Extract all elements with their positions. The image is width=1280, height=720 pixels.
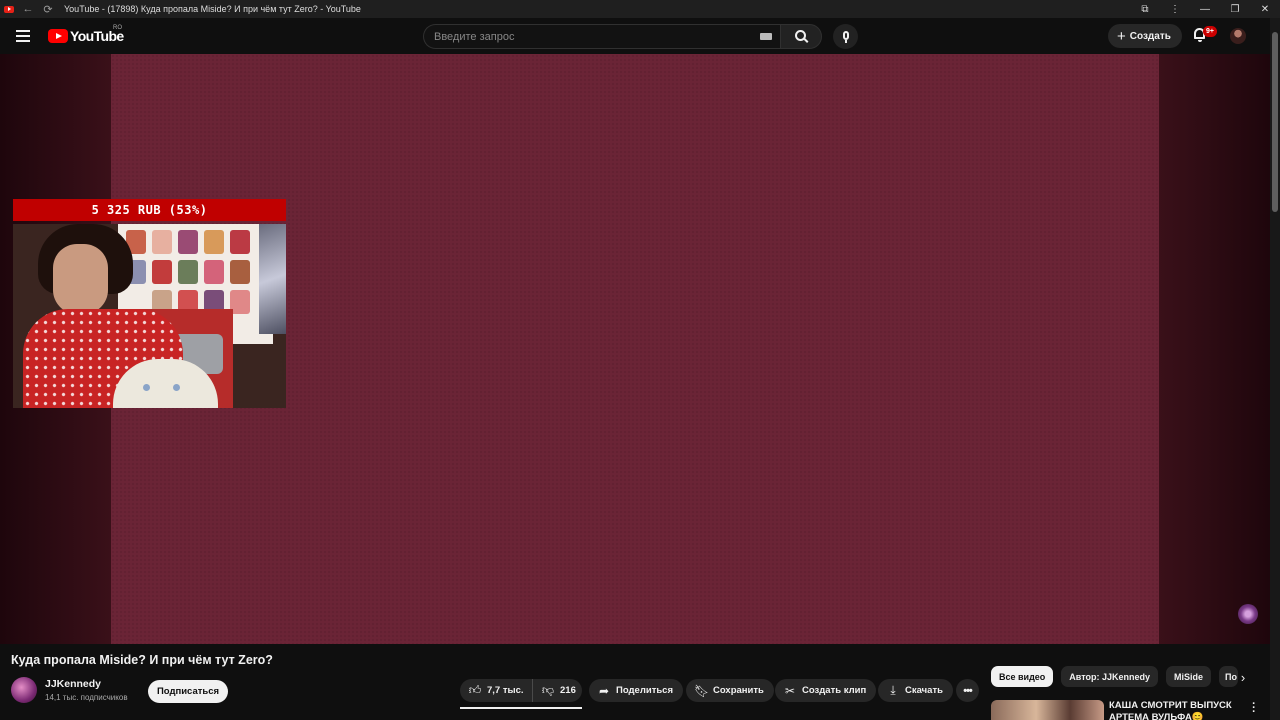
- thumbs-down-icon: 👎︎: [541, 683, 555, 697]
- tab-favicon-icon: [0, 0, 18, 18]
- download-button[interactable]: ⤓ Скачать: [878, 679, 953, 702]
- clip-button[interactable]: ✂ Создать клип: [775, 679, 877, 702]
- search-input[interactable]: [424, 25, 780, 48]
- bookmark-icon: 🔖︎: [694, 683, 710, 698]
- restore-icon[interactable]: ❐: [1220, 0, 1250, 18]
- save-label: Сохранить: [713, 685, 764, 696]
- notifications-badge: 9+: [1203, 26, 1217, 37]
- microphone-icon: [842, 30, 849, 43]
- search-icon: [794, 30, 806, 41]
- recommendation-thumbnail[interactable]: [991, 700, 1104, 720]
- menu-icon[interactable]: [16, 30, 30, 42]
- like-ratio-bar: [460, 707, 582, 709]
- donation-goal-banner: 5 325 RUB (53%): [13, 199, 286, 221]
- window-title: YouTube - (17898) Куда пропала Miside? И…: [64, 4, 361, 14]
- decoration-tree: [259, 224, 286, 334]
- window-menu-icon[interactable]: ⋮: [1160, 0, 1190, 18]
- like-count: 7,7 тыс.: [487, 685, 524, 696]
- streamer-face: [53, 244, 108, 314]
- channel-name[interactable]: JJKennedy: [45, 678, 101, 690]
- channel-watermark-icon[interactable]: [1238, 604, 1258, 624]
- youtube-play-icon: [48, 29, 68, 43]
- user-avatar[interactable]: [1230, 28, 1246, 44]
- recommendation-title[interactable]: КАША СМОТРИТ ВЫПУСК АРТЕМА ВУЛЬФА😊: [1109, 700, 1234, 720]
- share-button[interactable]: ➦ Поделиться: [589, 679, 684, 702]
- window-controls: ⧉ ⋮ — ❐ ✕: [1130, 0, 1280, 18]
- like-button[interactable]: 👍︎ 7,7 тыс.: [460, 679, 532, 702]
- ambient-glow-right: [1159, 54, 1270, 644]
- subscribe-button[interactable]: Подписаться: [148, 680, 228, 703]
- dislike-count: 216: [560, 685, 576, 696]
- scissors-icon: ✂: [784, 683, 796, 698]
- plush-eye: [173, 384, 180, 391]
- download-label: Скачать: [905, 685, 943, 696]
- back-arrow-icon[interactable]: ←: [18, 3, 38, 15]
- scrollbar-thumb[interactable]: [1272, 32, 1278, 212]
- recommendation-chips: Все видео Автор: JJKennedy MiSide По: [991, 666, 1239, 687]
- create-label: Создать: [1129, 30, 1171, 42]
- video-title: Куда пропала Miside? И при чём тут Zero?: [11, 653, 273, 667]
- clip-label: Создать клип: [802, 685, 867, 696]
- search-box: [423, 24, 780, 49]
- voice-search-button[interactable]: [833, 24, 858, 49]
- page-scrollbar[interactable]: [1270, 18, 1280, 720]
- thumbs-up-icon: 👍︎: [468, 683, 482, 697]
- plus-icon: +: [1117, 27, 1126, 45]
- chevron-right-icon[interactable]: ›: [1236, 669, 1250, 685]
- search-button[interactable]: [780, 24, 822, 49]
- create-button[interactable]: + Создать: [1108, 24, 1182, 48]
- region-code: RO: [113, 25, 122, 31]
- extensions-icon[interactable]: ⧉: [1130, 0, 1160, 18]
- recommendation-menu-icon[interactable]: · · ·: [1250, 699, 1258, 718]
- chip-author[interactable]: Автор: JJKennedy: [1061, 666, 1159, 687]
- dislike-button[interactable]: 👎︎ 216: [532, 679, 576, 702]
- window-titlebar: ← ⟳ YouTube - (17898) Куда пропала Misid…: [0, 0, 1280, 18]
- share-arrow-icon: ➦: [598, 683, 610, 698]
- keyboard-icon[interactable]: [760, 33, 772, 40]
- download-icon: ⤓: [890, 683, 896, 697]
- webcam-overlay: [13, 224, 286, 408]
- subscriber-count: 14,1 тыс. подписчиков: [45, 693, 128, 702]
- share-label: Поделиться: [616, 685, 674, 696]
- plush-eye: [143, 384, 150, 391]
- chip-miside[interactable]: MiSide: [1166, 666, 1212, 687]
- like-dislike-group: 👍︎ 7,7 тыс. 👎︎ 216: [460, 679, 582, 702]
- youtube-masthead: YouTube RO + Создать 9+: [0, 18, 1280, 54]
- chip-all-videos[interactable]: Все видео: [991, 666, 1054, 687]
- minimize-icon[interactable]: —: [1190, 0, 1220, 18]
- more-actions-icon[interactable]: •••: [956, 679, 979, 702]
- save-button[interactable]: 🔖︎ Сохранить: [686, 679, 774, 702]
- close-icon[interactable]: ✕: [1250, 0, 1280, 18]
- reload-icon[interactable]: ⟳: [38, 3, 58, 16]
- channel-avatar[interactable]: [11, 677, 37, 703]
